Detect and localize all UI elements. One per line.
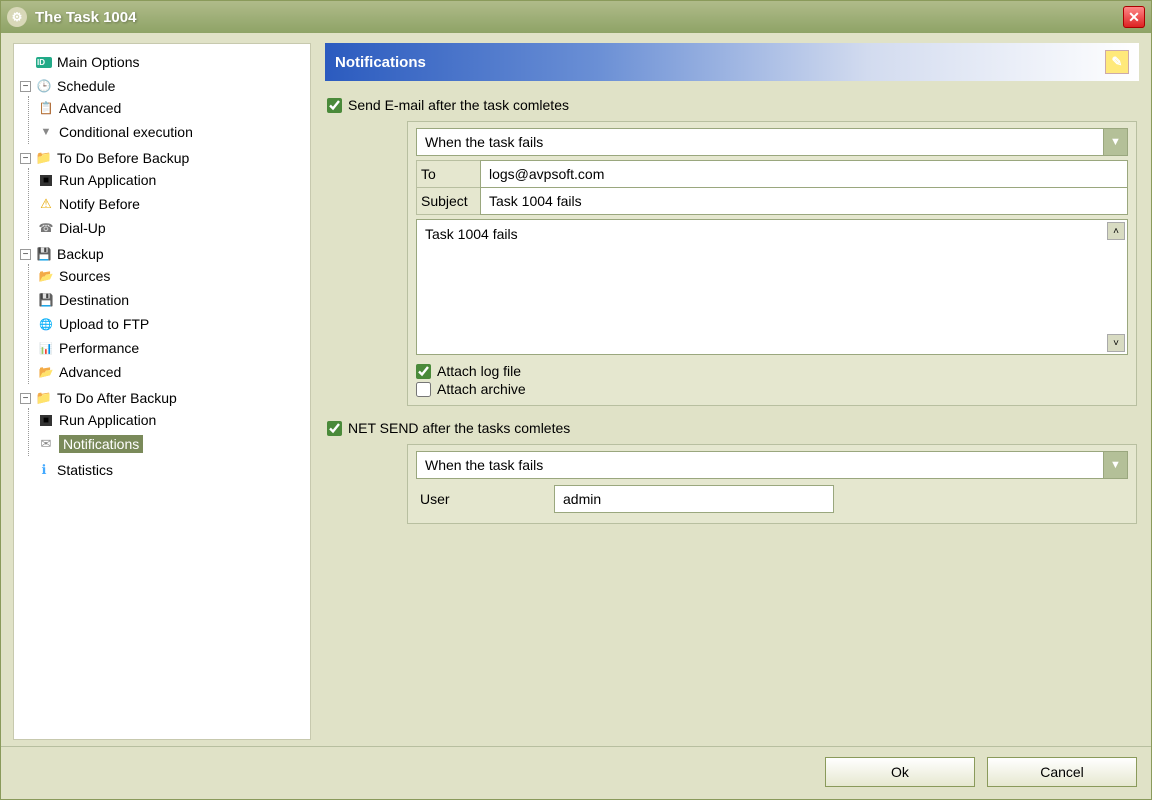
tree-item-notifications[interactable]: Notifications <box>35 434 306 454</box>
performance-icon <box>37 339 55 357</box>
titlebar: ⚙ The Task 1004 ✕ <box>1 1 1151 33</box>
tree-item-run-application[interactable]: Run Application <box>35 170 306 190</box>
tree-item-conditional-execution[interactable]: Conditional execution <box>35 122 306 142</box>
tree-item-schedule[interactable]: − Schedule <box>18 76 306 96</box>
gear-icon <box>37 99 55 117</box>
scroll-down-icon[interactable]: ˅ <box>1107 334 1125 352</box>
panel-title: Notifications <box>335 54 426 71</box>
collapse-icon[interactable]: − <box>20 249 31 260</box>
collapse-icon[interactable]: − <box>20 81 31 92</box>
phone-icon <box>37 219 55 237</box>
subject-label: Subject <box>416 188 480 215</box>
mail-icon <box>37 435 55 453</box>
window-title: The Task 1004 <box>35 9 1123 26</box>
id-icon: ID <box>36 57 52 68</box>
tree-item-dial-up[interactable]: Dial-Up <box>35 218 306 238</box>
edit-icon[interactable]: ✎ <box>1105 50 1129 74</box>
folder-icon <box>37 363 55 381</box>
folder-icon <box>35 149 53 167</box>
tree-item-upload-ftp[interactable]: Upload to FTP <box>35 314 306 334</box>
panel-header: Notifications ✎ <box>325 43 1139 81</box>
tree-item-backup[interactable]: − Backup <box>18 244 306 264</box>
funnel-icon <box>37 123 55 141</box>
warning-icon <box>37 195 55 213</box>
collapse-icon[interactable]: − <box>20 393 31 404</box>
chevron-down-icon[interactable]: ▼ <box>1103 452 1127 478</box>
tree-item-notify-before[interactable]: Notify Before <box>35 194 306 214</box>
to-input[interactable] <box>480 160 1128 188</box>
tree-item-after-backup[interactable]: − To Do After Backup <box>18 388 306 408</box>
chevron-down-icon[interactable]: ▼ <box>1103 129 1127 155</box>
drive-icon <box>35 245 53 263</box>
user-input[interactable] <box>554 485 834 513</box>
console-icon <box>37 171 55 189</box>
send-email-input[interactable] <box>327 98 342 113</box>
folder-icon <box>37 267 55 285</box>
to-label: To <box>416 160 480 188</box>
tree-item-sources[interactable]: Sources <box>35 266 306 286</box>
attach-archive-checkbox[interactable]: Attach archive <box>416 381 1128 397</box>
attach-archive-input[interactable] <box>416 382 431 397</box>
attach-log-input[interactable] <box>416 364 431 379</box>
email-group: When the task fails ▼ To Subject Task 10… <box>407 121 1137 406</box>
netsend-input[interactable] <box>327 421 342 436</box>
disk-icon <box>37 291 55 309</box>
scroll-up-icon[interactable]: ˄ <box>1107 222 1125 240</box>
task-dialog: ⚙ The Task 1004 ✕ ID Main Options − Sch <box>0 0 1152 800</box>
send-email-checkbox[interactable]: Send E-mail after the task comletes <box>327 97 1137 113</box>
nav-tree: ID Main Options − Schedule Advanced <box>13 43 311 740</box>
tree-item-before-backup[interactable]: − To Do Before Backup <box>18 148 306 168</box>
clock-icon <box>35 77 53 95</box>
cancel-button[interactable]: Cancel <box>987 757 1137 787</box>
subject-input[interactable] <box>480 188 1128 215</box>
ok-button[interactable]: Ok <box>825 757 975 787</box>
dialog-footer: Ok Cancel <box>1 746 1151 799</box>
folder-icon <box>35 389 53 407</box>
close-button[interactable]: ✕ <box>1123 6 1145 28</box>
ftp-icon <box>37 315 55 333</box>
tree-item-backup-advanced[interactable]: Advanced <box>35 362 306 382</box>
netsend-when-select[interactable]: When the task fails ▼ <box>416 451 1128 479</box>
netsend-checkbox[interactable]: NET SEND after the tasks comletes <box>327 420 1137 436</box>
tree-item-advanced[interactable]: Advanced <box>35 98 306 118</box>
content-panel: Notifications ✎ Send E-mail after the ta… <box>325 43 1139 740</box>
user-label: User <box>416 491 536 507</box>
console-icon <box>37 411 55 429</box>
tree-item-statistics[interactable]: Statistics <box>18 460 306 480</box>
tree-item-main-options[interactable]: ID Main Options <box>18 52 306 72</box>
email-body-textarea[interactable]: Task 1004 fails ˄ ˅ <box>416 219 1128 355</box>
tree-item-destination[interactable]: Destination <box>35 290 306 310</box>
tree-item-performance[interactable]: Performance <box>35 338 306 358</box>
collapse-icon[interactable]: − <box>20 153 31 164</box>
attach-log-checkbox[interactable]: Attach log file <box>416 363 1128 379</box>
email-when-select[interactable]: When the task fails ▼ <box>416 128 1128 156</box>
scrollbar[interactable]: ˄ ˅ <box>1107 222 1125 352</box>
app-icon: ⚙ <box>7 7 27 27</box>
tree-item-run-application-after[interactable]: Run Application <box>35 410 306 430</box>
netsend-group: When the task fails ▼ User <box>407 444 1137 524</box>
info-icon <box>35 461 53 479</box>
